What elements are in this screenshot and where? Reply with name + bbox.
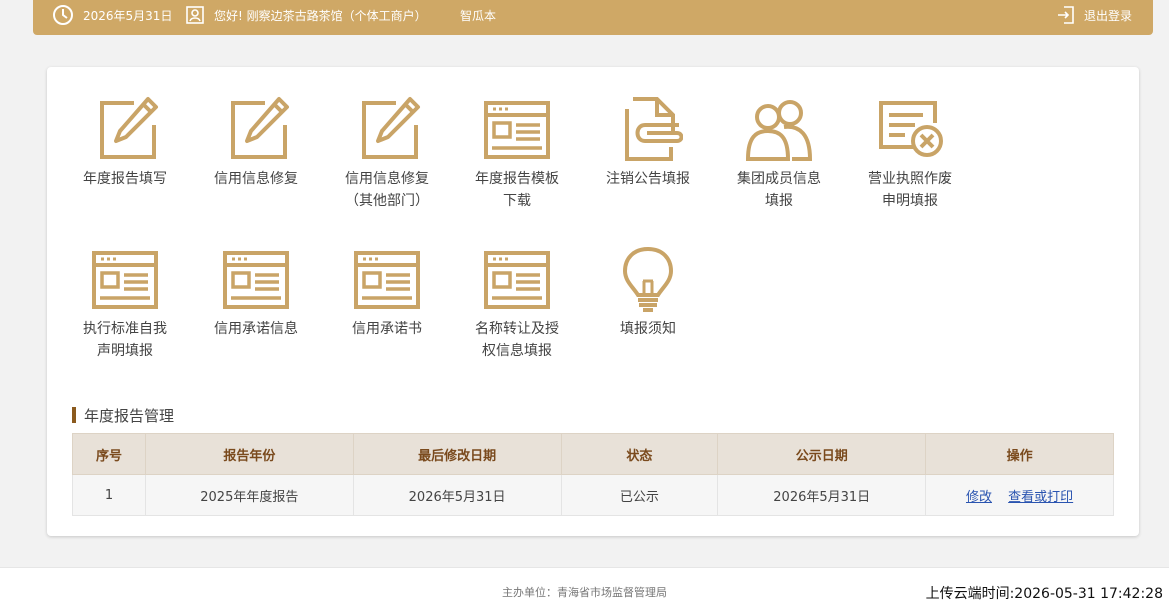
cell-published: 2026年5月31日: [717, 474, 927, 516]
tile-template-download[interactable]: 年度报告模板下载: [472, 95, 562, 212]
greeting-text: 您好! 刚察边茶古路茶馆（个体工商户）: [214, 8, 427, 23]
tile-standard-declaration[interactable]: 执行标准自我声明填报: [80, 245, 170, 362]
tile-label: 集团成员信息填报: [737, 171, 821, 209]
title-marker: [72, 407, 76, 423]
user-card-icon: [186, 6, 204, 24]
tile-annual-report-fill[interactable]: 年度报告填写: [80, 95, 170, 190]
column-header-modified: 最后修改日期: [352, 433, 562, 475]
tile-label: 信用信息修复（其他部门）: [345, 171, 429, 209]
tile-label: 注销公告填报: [606, 171, 690, 187]
table-header-row: 序号 报告年份 最后修改日期 状态 公示日期 操作: [72, 433, 1114, 475]
tile-group-members[interactable]: 集团成员信息填报: [734, 95, 824, 212]
tile-label: 信用信息修复: [214, 171, 298, 187]
tile-name-transfer[interactable]: 名称转让及授权信息填报: [472, 245, 562, 362]
tile-credit-repair-other[interactable]: 信用信息修复（其他部门）: [342, 95, 432, 212]
logout-icon: [1058, 6, 1074, 24]
column-header-status: 状态: [560, 433, 719, 475]
clock-icon: [53, 5, 73, 25]
cell-index: 1: [72, 474, 146, 516]
paper-clip-icon: [625, 97, 683, 161]
tile-label: 营业执照作废申明填报: [868, 171, 952, 209]
column-header-actions: 操作: [925, 433, 1114, 475]
edit-icon: [231, 97, 289, 159]
tile-label: 名称转让及授权信息填报: [475, 321, 559, 359]
tile-label: 填报须知: [620, 321, 676, 337]
tile-label: 信用承诺信息: [214, 321, 298, 337]
column-header-index: 序号: [72, 433, 146, 475]
view-print-link[interactable]: 查看或打印: [1008, 490, 1073, 505]
section-title: 年度报告管理: [72, 405, 174, 425]
edit-icon: [100, 97, 158, 159]
table-row: 1 2025年年度报告 2026年5月31日 已公示 2026年5月31日 修改…: [72, 474, 1114, 516]
form-icon: [92, 251, 158, 309]
column-header-published: 公示日期: [717, 433, 927, 475]
tile-credit-commitment-info[interactable]: 信用承诺信息: [211, 245, 301, 340]
current-date: 2026年5月31日: [83, 8, 173, 23]
tile-cancellation-notice[interactable]: 注销公告填报: [603, 95, 693, 190]
license-cancel-icon: [879, 101, 943, 157]
greeting-section: 您好! 刚察边茶古路茶馆（个体工商户）: [185, 0, 427, 30]
cell-status: 已公示: [560, 474, 719, 516]
logout-label: 退出登录: [1084, 8, 1133, 23]
tile-filing-instructions[interactable]: 填报须知: [603, 245, 693, 340]
form-icon: [484, 251, 550, 309]
tile-label: 执行标准自我声明填报: [83, 321, 167, 359]
report-table: 序号 报告年份 最后修改日期 状态 公示日期 操作 1 2025年年度报告 20…: [72, 433, 1114, 516]
tile-label: 年度报告填写: [83, 171, 167, 187]
top-bar: 2026年5月31日 您好! 刚察边茶古路茶馆（个体工商户） 智瓜本 退出登录: [33, 0, 1153, 35]
upload-time: 上传云端时间:2026-05-31 17:42:28: [925, 586, 1163, 602]
tile-label: 信用承诺书: [352, 321, 422, 337]
edit-link[interactable]: 修改: [966, 490, 992, 505]
tile-label: 年度报告模板下载: [475, 171, 559, 209]
lightbulb-icon: [622, 246, 674, 312]
tile-credit-commitment-letter[interactable]: 信用承诺书: [342, 245, 432, 340]
column-header-year: 报告年份: [144, 433, 354, 475]
edit-icon: [362, 97, 420, 159]
form-icon: [223, 251, 289, 309]
account-name[interactable]: 智瓜本: [460, 0, 496, 30]
form-icon: [484, 101, 550, 159]
logout-button[interactable]: 退出登录: [1056, 0, 1132, 30]
users-icon: [745, 100, 813, 161]
date-section: 2026年5月31日: [52, 0, 172, 30]
section-title-text: 年度报告管理: [84, 406, 175, 425]
cell-modified: 2026年5月31日: [352, 474, 562, 516]
cell-actions: 修改 查看或打印: [925, 474, 1114, 516]
account-name-label: 智瓜本: [460, 8, 497, 23]
tile-credit-repair[interactable]: 信用信息修复: [211, 95, 301, 190]
tile-license-void[interactable]: 营业执照作废申明填报: [865, 95, 955, 212]
cell-year: 2025年年度报告: [144, 474, 354, 516]
form-icon: [354, 251, 420, 309]
